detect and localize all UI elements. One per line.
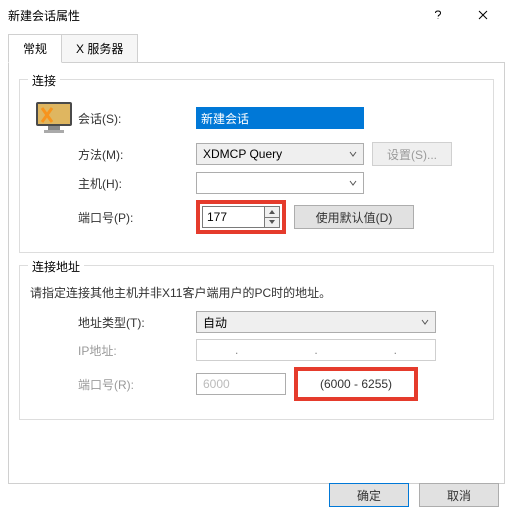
spin-up-icon[interactable] xyxy=(265,207,279,218)
titlebar: 新建会话属性 xyxy=(0,0,513,30)
chevron-down-icon xyxy=(349,179,357,187)
highlight-port xyxy=(196,200,286,234)
port-label: 端口号(P): xyxy=(78,209,196,226)
method-label: 方法(M): xyxy=(78,146,196,163)
monitor-icon xyxy=(30,100,78,136)
dialog-footer: 确定 取消 xyxy=(329,483,499,507)
cancel-button[interactable]: 取消 xyxy=(419,483,499,507)
close-button[interactable] xyxy=(460,0,505,30)
method-select[interactable]: XDMCP Query xyxy=(196,143,364,165)
port-r-label: 端口号(R): xyxy=(78,376,196,393)
group-address-legend: 连接地址 xyxy=(28,258,84,275)
port-r-value: 6000 xyxy=(196,373,286,395)
help-button[interactable] xyxy=(415,0,460,30)
group-address: 连接地址 请指定连接其他主机并非X11客户端用户的PC时的地址。 地址类型(T)… xyxy=(19,265,494,420)
tab-xserver[interactable]: X 服务器 xyxy=(61,34,138,63)
spin-down-icon[interactable] xyxy=(265,218,279,228)
port-spinner[interactable] xyxy=(202,206,280,228)
ok-button[interactable]: 确定 xyxy=(329,483,409,507)
tab-bar: 常规 X 服务器 xyxy=(8,34,505,63)
window-controls xyxy=(415,0,505,30)
port-range-text: (6000 - 6255) xyxy=(300,373,412,395)
ip-input: ... xyxy=(196,339,436,361)
chevron-down-icon xyxy=(349,150,357,158)
tab-panel: 连接 会话(S): 方法(M): XDMCP Query xyxy=(8,62,505,484)
group-connection: 连接 会话(S): 方法(M): XDMCP Query xyxy=(19,79,494,253)
highlight-port-range: (6000 - 6255) xyxy=(294,367,418,401)
addr-type-label: 地址类型(T): xyxy=(78,314,196,331)
host-label: 主机(H): xyxy=(78,175,196,192)
addr-type-select[interactable]: 自动 xyxy=(196,311,436,333)
session-label: 会话(S): xyxy=(78,110,196,127)
session-input[interactable] xyxy=(196,107,364,129)
chevron-down-icon xyxy=(421,318,429,326)
default-port-button[interactable]: 使用默认值(D) xyxy=(294,205,414,229)
tab-general[interactable]: 常规 xyxy=(8,34,62,63)
host-select[interactable] xyxy=(196,172,364,194)
port-input[interactable] xyxy=(202,206,264,228)
ip-label: IP地址: xyxy=(78,342,196,359)
address-description: 请指定连接其他主机并非X11客户端用户的PC时的地址。 xyxy=(30,284,483,301)
group-connection-legend: 连接 xyxy=(28,72,60,89)
settings-button: 设置(S)... xyxy=(372,142,452,166)
window-title: 新建会话属性 xyxy=(8,7,415,24)
